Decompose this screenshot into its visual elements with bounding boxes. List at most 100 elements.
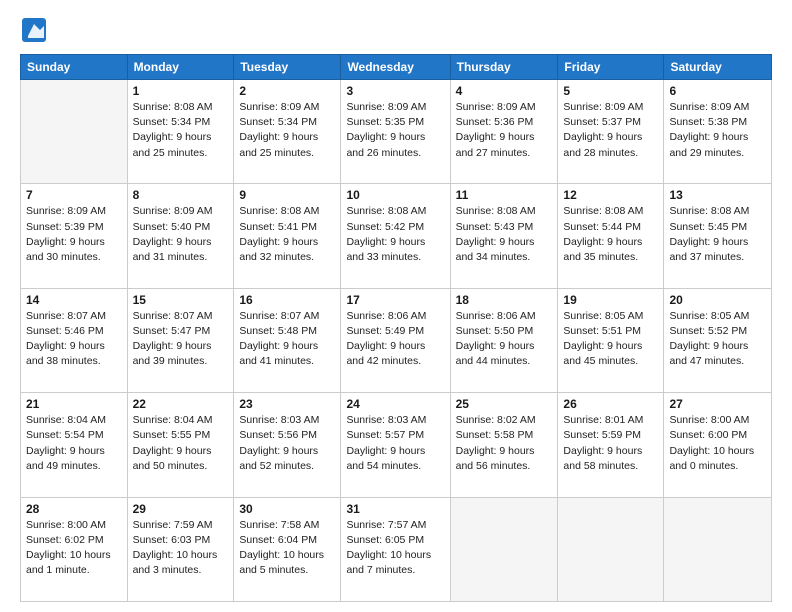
weekday-monday: Monday [127,55,234,80]
day-number: 9 [239,188,335,202]
day-info: Sunrise: 8:08 AMSunset: 5:41 PMDaylight:… [239,204,335,265]
day-info: Sunrise: 8:06 AMSunset: 5:50 PMDaylight:… [456,309,553,370]
logo [20,16,50,44]
day-info: Sunrise: 8:02 AMSunset: 5:58 PMDaylight:… [456,413,553,474]
day-number: 7 [26,188,122,202]
day-info: Sunrise: 8:05 AMSunset: 5:51 PMDaylight:… [563,309,658,370]
header [20,16,772,44]
day-cell: 27Sunrise: 8:00 AMSunset: 6:00 PMDayligh… [664,393,772,497]
day-cell: 26Sunrise: 8:01 AMSunset: 5:59 PMDayligh… [558,393,664,497]
day-number: 15 [133,293,229,307]
day-cell: 15 Sunrise: 8:07 AMSunset: 5:47 PMDayligh… [127,288,234,392]
weekday-thursday: Thursday [450,55,558,80]
day-info: Sunrise: 8:03 AMSunset: 5:56 PMDaylight:… [239,413,335,474]
week-row-5: 28 Sunrise: 8:00 AMSunset: 6:02 PMDayligh… [21,497,772,601]
day-info: Sunrise: 8:09 AMSunset: 5:39 PMDaylight:… [26,204,122,265]
day-cell: 20 Sunrise: 8:05 AMSunset: 5:52 PMDayligh… [664,288,772,392]
day-cell: 17 Sunrise: 8:06 AMSunset: 5:49 PMDayligh… [341,288,450,392]
calendar-table: SundayMondayTuesdayWednesdayThursdayFrid… [20,54,772,602]
day-cell: 9 Sunrise: 8:08 AMSunset: 5:41 PMDaylight… [234,184,341,288]
day-info: Sunrise: 8:07 AMSunset: 5:46 PMDaylight:… [26,309,122,370]
day-info: Sunrise: 8:09 AMSunset: 5:36 PMDaylight:… [456,100,553,161]
day-number: 23 [239,397,335,411]
day-cell: 8Sunrise: 8:09 AMSunset: 5:40 PMDaylight… [127,184,234,288]
day-info: Sunrise: 8:00 AMSunset: 6:02 PMDaylight:… [26,518,122,579]
day-info: Sunrise: 8:08 AMSunset: 5:34 PMDaylight:… [133,100,229,161]
day-number: 14 [26,293,122,307]
day-cell: 4 Sunrise: 8:09 AMSunset: 5:36 PMDaylight… [450,80,558,184]
day-cell: 28 Sunrise: 8:00 AMSunset: 6:02 PMDayligh… [21,497,128,601]
day-info: Sunrise: 8:01 AMSunset: 5:59 PMDaylight:… [563,413,658,474]
day-number: 5 [563,84,658,98]
day-number: 6 [669,84,766,98]
day-cell: 24 Sunrise: 8:03 AMSunset: 5:57 PMDayligh… [341,393,450,497]
day-cell: 1 Sunrise: 8:08 AMSunset: 5:34 PMDaylight… [127,80,234,184]
week-row-4: 21Sunrise: 8:04 AMSunset: 5:54 PMDayligh… [21,393,772,497]
day-number: 16 [239,293,335,307]
day-number: 19 [563,293,658,307]
week-row-2: 7 Sunrise: 8:09 AMSunset: 5:39 PMDaylight… [21,184,772,288]
day-info: Sunrise: 8:03 AMSunset: 5:57 PMDaylight:… [346,413,444,474]
day-number: 11 [456,188,553,202]
day-cell: 30 Sunrise: 7:58 AMSunset: 6:04 PMDayligh… [234,497,341,601]
day-cell: 7 Sunrise: 8:09 AMSunset: 5:39 PMDaylight… [21,184,128,288]
day-cell: 14 Sunrise: 8:07 AMSunset: 5:46 PMDayligh… [21,288,128,392]
day-info: Sunrise: 8:07 AMSunset: 5:47 PMDaylight:… [133,309,229,370]
week-row-1: 1 Sunrise: 8:08 AMSunset: 5:34 PMDaylight… [21,80,772,184]
day-cell: 31 Sunrise: 7:57 AMSunset: 6:05 PMDayligh… [341,497,450,601]
day-info: Sunrise: 8:04 AMSunset: 5:54 PMDaylight:… [26,413,122,474]
day-info: Sunrise: 7:57 AMSunset: 6:05 PMDaylight:… [346,518,444,579]
weekday-wednesday: Wednesday [341,55,450,80]
day-cell [558,497,664,601]
day-info: Sunrise: 7:58 AMSunset: 6:04 PMDaylight:… [239,518,335,579]
weekday-friday: Friday [558,55,664,80]
day-number: 24 [346,397,444,411]
day-info: Sunrise: 8:08 AMSunset: 5:42 PMDaylight:… [346,204,444,265]
weekday-sunday: Sunday [21,55,128,80]
day-info: Sunrise: 8:09 AMSunset: 5:34 PMDaylight:… [239,100,335,161]
day-info: Sunrise: 8:06 AMSunset: 5:49 PMDaylight:… [346,309,444,370]
day-cell: 21Sunrise: 8:04 AMSunset: 5:54 PMDayligh… [21,393,128,497]
day-cell: 29Sunrise: 7:59 AMSunset: 6:03 PMDayligh… [127,497,234,601]
day-cell: 12 Sunrise: 8:08 AMSunset: 5:44 PMDayligh… [558,184,664,288]
day-number: 12 [563,188,658,202]
day-cell: 22 Sunrise: 8:04 AMSunset: 5:55 PMDayligh… [127,393,234,497]
weekday-header-row: SundayMondayTuesdayWednesdayThursdayFrid… [21,55,772,80]
day-cell: 25 Sunrise: 8:02 AMSunset: 5:58 PMDayligh… [450,393,558,497]
day-info: Sunrise: 8:08 AMSunset: 5:43 PMDaylight:… [456,204,553,265]
day-info: Sunrise: 8:09 AMSunset: 5:35 PMDaylight:… [346,100,444,161]
logo-text [20,16,50,44]
day-info: Sunrise: 8:09 AMSunset: 5:38 PMDaylight:… [669,100,766,161]
day-number: 8 [133,188,229,202]
day-number: 17 [346,293,444,307]
weekday-tuesday: Tuesday [234,55,341,80]
day-number: 28 [26,502,122,516]
day-cell: 3Sunrise: 8:09 AMSunset: 5:35 PMDaylight… [341,80,450,184]
day-info: Sunrise: 8:08 AMSunset: 5:44 PMDaylight:… [563,204,658,265]
day-info: Sunrise: 8:05 AMSunset: 5:52 PMDaylight:… [669,309,766,370]
day-cell: 19 Sunrise: 8:05 AMSunset: 5:51 PMDayligh… [558,288,664,392]
day-number: 1 [133,84,229,98]
day-cell: 11 Sunrise: 8:08 AMSunset: 5:43 PMDayligh… [450,184,558,288]
day-number: 25 [456,397,553,411]
day-cell: 5Sunrise: 8:09 AMSunset: 5:37 PMDaylight… [558,80,664,184]
day-number: 31 [346,502,444,516]
day-info: Sunrise: 8:07 AMSunset: 5:48 PMDaylight:… [239,309,335,370]
day-cell [664,497,772,601]
day-cell [450,497,558,601]
day-number: 20 [669,293,766,307]
day-number: 30 [239,502,335,516]
day-number: 13 [669,188,766,202]
day-info: Sunrise: 8:04 AMSunset: 5:55 PMDaylight:… [133,413,229,474]
day-number: 27 [669,397,766,411]
day-info: Sunrise: 8:08 AMSunset: 5:45 PMDaylight:… [669,204,766,265]
day-cell [21,80,128,184]
day-cell: 6 Sunrise: 8:09 AMSunset: 5:38 PMDaylight… [664,80,772,184]
day-number: 2 [239,84,335,98]
day-cell: 23 Sunrise: 8:03 AMSunset: 5:56 PMDayligh… [234,393,341,497]
day-cell: 18Sunrise: 8:06 AMSunset: 5:50 PMDayligh… [450,288,558,392]
day-number: 22 [133,397,229,411]
day-number: 4 [456,84,553,98]
day-cell: 13 Sunrise: 8:08 AMSunset: 5:45 PMDayligh… [664,184,772,288]
calendar-page: SundayMondayTuesdayWednesdayThursdayFrid… [0,0,792,612]
